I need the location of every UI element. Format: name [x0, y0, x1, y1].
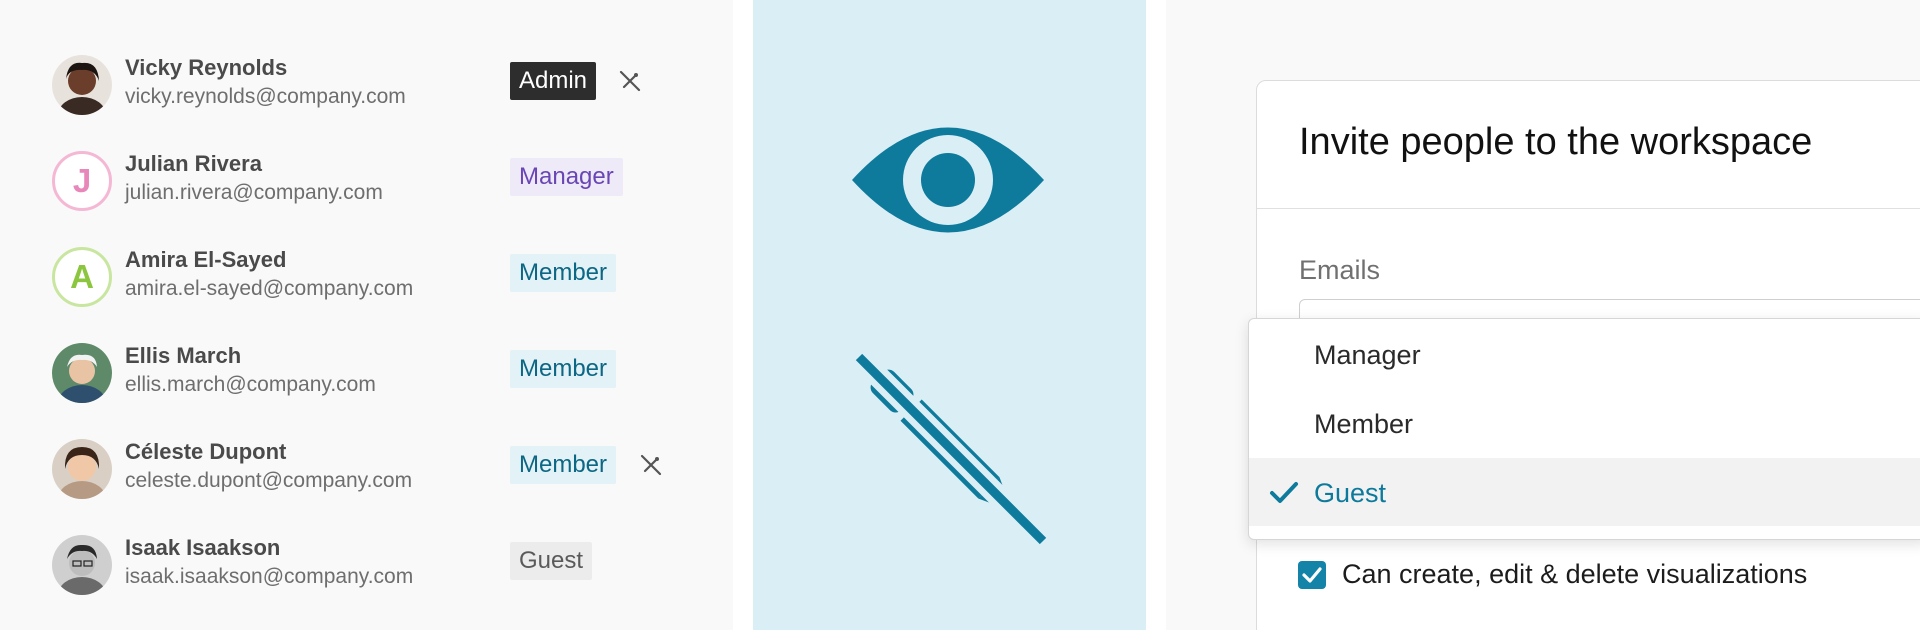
role-badge[interactable]: Member [510, 254, 617, 292]
user-row[interactable]: Vicky Reynolds vicky.reynolds@company.co… [0, 55, 733, 135]
role-badge[interactable]: Member [510, 350, 617, 388]
user-name: Isaak Isaakson [125, 535, 281, 560]
user-name: Amira El-Sayed [125, 247, 287, 272]
avatar [52, 535, 112, 595]
user-row[interactable]: A Amira El-Sayed amira.el-sayed@company.… [0, 247, 733, 327]
avatar [52, 343, 112, 403]
no-edit-icon [616, 67, 644, 95]
menu-item-member[interactable]: Member [1249, 389, 1920, 457]
user-name: Ellis March [125, 343, 242, 368]
permission-checkbox[interactable] [1298, 561, 1326, 589]
avatar [52, 55, 112, 115]
user-row[interactable]: Isaak Isaakson isaak.isaakson@company.co… [0, 535, 733, 615]
user-email: ellis.march@company.com [125, 373, 376, 396]
menu-item-label: Member [1314, 409, 1414, 439]
user-name: Céleste Dupont [125, 439, 287, 464]
role-badge[interactable]: Member [510, 446, 617, 484]
user-email: vicky.reynolds@company.com [125, 85, 406, 108]
permission-icons-panel [753, 0, 1146, 630]
user-email: isaak.isaakson@company.com [125, 565, 414, 588]
menu-item-label: Manager [1314, 340, 1421, 370]
menu-item-manager[interactable]: Manager [1249, 320, 1920, 388]
role-badge[interactable]: Admin [510, 62, 597, 100]
user-name: Julian Rivera [125, 151, 262, 176]
checkmark-icon [1269, 480, 1299, 506]
role-dropdown-menu[interactable]: Manager Member Guest [1248, 318, 1920, 540]
user-email: celeste.dupont@company.com [125, 469, 413, 492]
menu-item-label: Guest [1314, 478, 1387, 508]
role-badge[interactable]: Guest [510, 542, 593, 580]
user-list-panel: Vicky Reynolds vicky.reynolds@company.co… [0, 0, 733, 630]
dialog-header: Invite people to the workspace [1257, 81, 1920, 209]
emails-label: Emails [1299, 255, 1381, 285]
user-email: julian.rivera@company.com [125, 181, 383, 204]
avatar: A [52, 247, 112, 307]
avatar: J [52, 151, 112, 211]
no-edit-icon [637, 451, 665, 479]
permission-label: Can create, edit & delete visualizations [1342, 559, 1808, 589]
user-name: Vicky Reynolds [125, 55, 288, 80]
user-row[interactable]: Ellis March ellis.march@company.com Memb… [0, 343, 733, 423]
dialog-title: Invite people to the workspace [1299, 121, 1813, 163]
eye-icon [850, 115, 1046, 245]
user-email: amira.el-sayed@company.com [125, 277, 414, 300]
role-badge[interactable]: Manager [510, 158, 623, 196]
user-row[interactable]: J Julian Rivera julian.rivera@company.co… [0, 151, 733, 231]
pencil-slash-icon [851, 352, 1049, 547]
menu-item-guest[interactable]: Guest [1249, 458, 1920, 526]
user-row[interactable]: Céleste Dupont celeste.dupont@company.co… [0, 439, 733, 519]
avatar [52, 439, 112, 499]
